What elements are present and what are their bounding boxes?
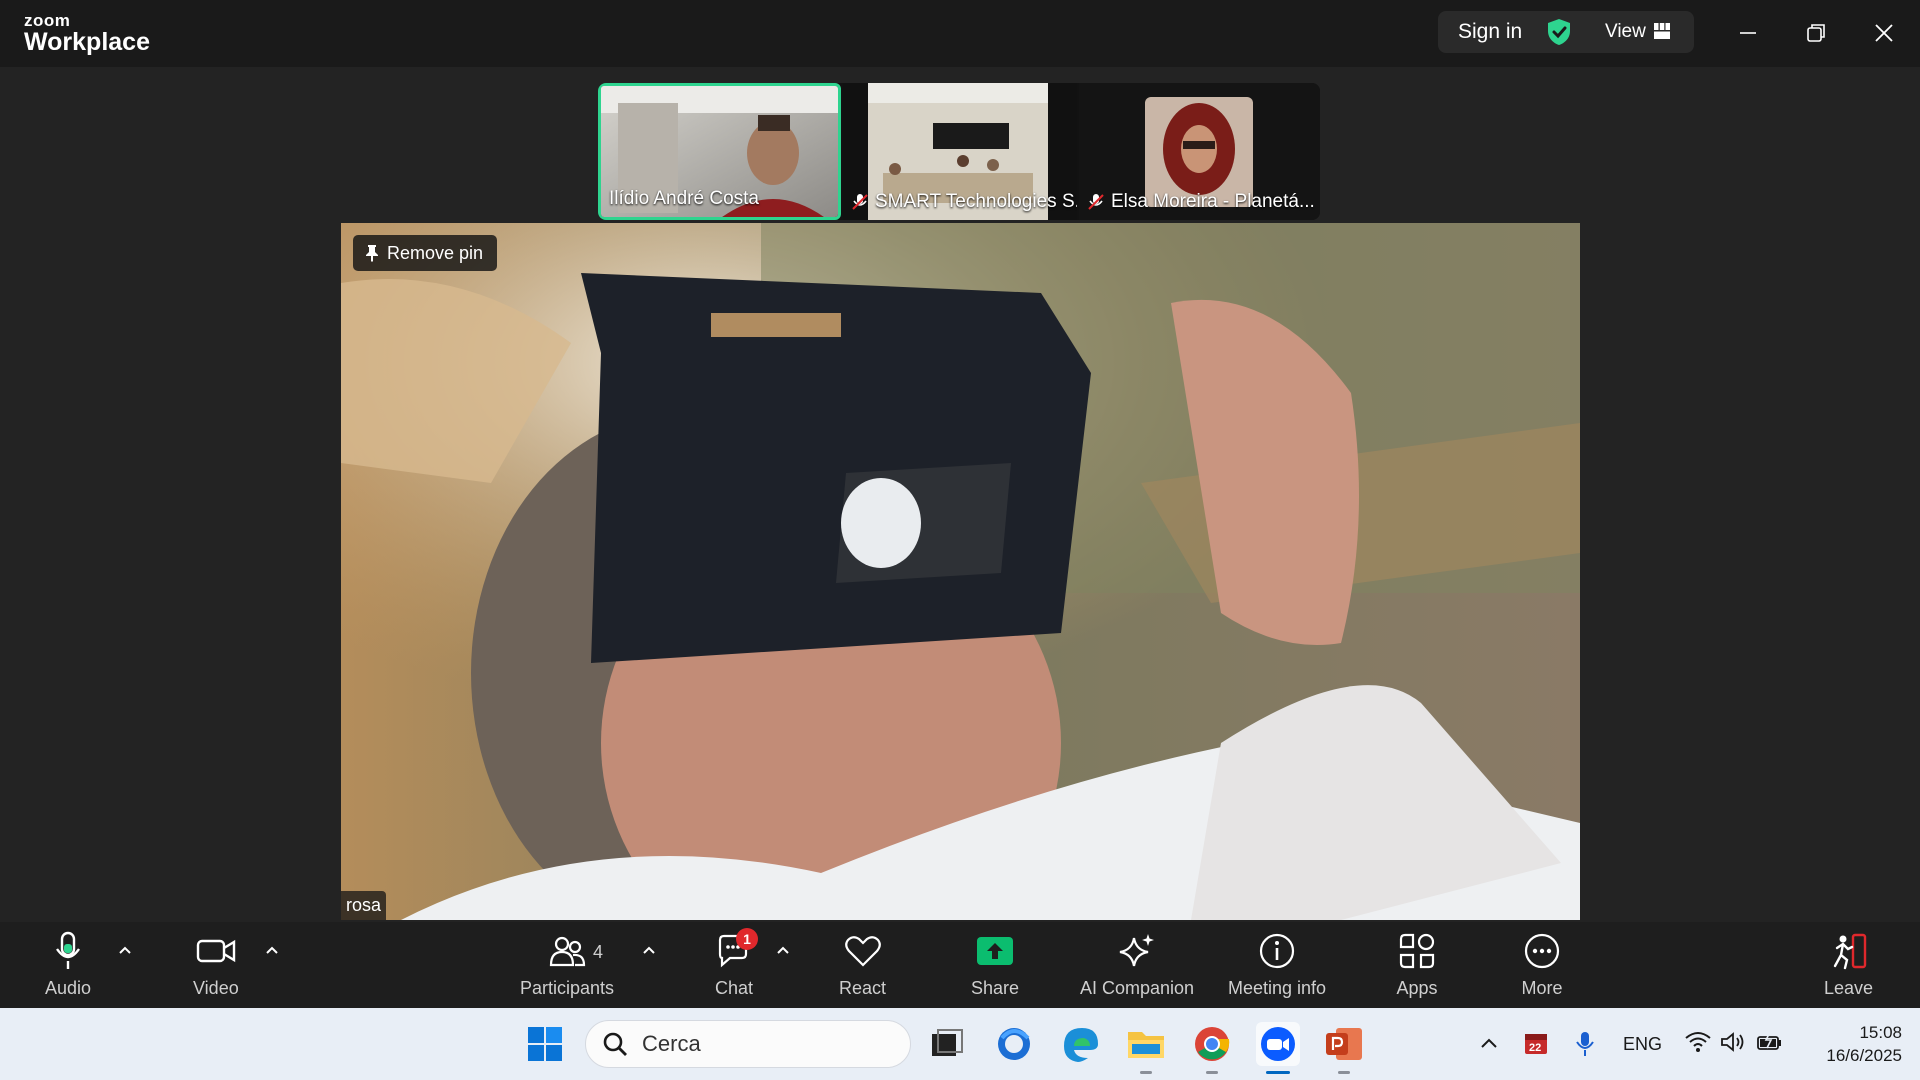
video-options-chevron-up-icon[interactable] <box>262 940 282 960</box>
zoom-icon <box>1261 1027 1295 1061</box>
chrome-app[interactable] <box>1190 1022 1234 1074</box>
search-icon <box>603 1032 627 1056</box>
system-clock[interactable]: 15:08 16/6/2025 <box>1798 1021 1902 1067</box>
participant-tile-1[interactable]: Ilídio André Costa <box>598 83 841 220</box>
more-dots-icon <box>1524 933 1560 969</box>
participant-tile-3[interactable]: Elsa Moreira - Planetá... <box>1079 83 1320 220</box>
edge-icon[interactable] <box>1058 1022 1102 1066</box>
running-indicator <box>1206 1071 1218 1074</box>
participant-name-3: Elsa Moreira - Planetá... <box>1087 191 1315 213</box>
video-feed <box>341 223 1580 920</box>
gallery-view-icon[interactable] <box>1654 23 1670 39</box>
mic-muted-icon <box>852 194 868 210</box>
powerpoint-icon <box>1326 1028 1362 1060</box>
info-icon <box>1259 933 1295 969</box>
heart-icon <box>844 936 881 967</box>
participant-name-2: SMART Technologies S... <box>851 191 1077 213</box>
audio-options-chevron-up-icon[interactable] <box>115 940 135 960</box>
participant-name-1-text: Ilídio André Costa <box>609 188 759 209</box>
running-indicator <box>1140 1071 1152 1074</box>
participants-count: 4 <box>593 942 604 962</box>
logo-brand-big: Workplace <box>24 28 150 56</box>
windows-start-icon[interactable] <box>523 1022 567 1066</box>
audio-label: Audio <box>45 978 92 998</box>
file-explorer-icon <box>1128 1032 1164 1058</box>
share-label: Share <box>971 978 1020 998</box>
zoom-taskbar-app[interactable] <box>1256 1022 1300 1074</box>
participants-button[interactable]: Participants <box>520 930 614 999</box>
windows-taskbar: Cerca 22 ENG 15:08 16/6/2025 <box>0 1008 1920 1080</box>
pinned-video[interactable]: Remove pin rosa <box>341 223 1580 920</box>
chat-options-chevron-up-icon[interactable] <box>773 940 793 960</box>
language-indicator[interactable]: ENG <box>1623 1034 1662 1055</box>
shield-check-icon[interactable] <box>1546 18 1572 46</box>
participants-icon <box>549 936 586 967</box>
apps-label: Apps <box>1396 978 1438 998</box>
calendar-badge: 22 <box>1529 1042 1542 1054</box>
file-explorer-app[interactable] <box>1124 1022 1168 1074</box>
chat-unread-badge: 1 <box>736 928 758 950</box>
leave-button[interactable]: Leave <box>1824 930 1873 999</box>
ai-companion-label: AI Companion <box>1080 978 1195 998</box>
microphone-tray-icon[interactable] <box>1574 1030 1596 1058</box>
more-button[interactable]: More <box>1520 930 1564 999</box>
share-screen-icon <box>977 937 1014 965</box>
clock-time: 15:08 <box>1859 1023 1902 1042</box>
video-button[interactable]: Video <box>193 930 239 999</box>
audio-button[interactable]: Audio <box>45 930 91 999</box>
chat-label: Chat <box>714 978 754 998</box>
zoom-workplace-logo: zoom Workplace <box>24 12 150 55</box>
powerpoint-app[interactable] <box>1322 1022 1366 1074</box>
video-camera-icon <box>196 939 236 963</box>
apps-button[interactable]: Apps <box>1395 930 1439 999</box>
taskbar-search-input[interactable]: Cerca <box>585 1020 911 1068</box>
more-label: More <box>1521 978 1563 998</box>
task-view-icon[interactable] <box>924 1022 968 1066</box>
participants-label: Participants <box>520 978 615 998</box>
ai-companion-button[interactable]: AI Companion <box>1080 930 1194 999</box>
ai-sparkle-icon <box>1119 934 1155 967</box>
mic-muted-icon <box>1088 194 1104 210</box>
participant-tile-2[interactable]: SMART Technologies S... <box>843 83 1077 220</box>
pinned-participant-name: rosa <box>341 891 387 920</box>
chrome-icon <box>1195 1027 1230 1061</box>
chat-button[interactable]: 1 Chat <box>712 928 758 999</box>
participant-name-2-text: SMART Technologies S... <box>875 191 1077 212</box>
react-button[interactable]: React <box>839 930 886 999</box>
battery-icon[interactable] <box>1756 1030 1784 1054</box>
sign-in-button[interactable]: Sign in <box>1458 20 1522 44</box>
participant-name-3-text: Elsa Moreira - Planetá... <box>1111 191 1315 212</box>
logo-brand-small: zoom <box>24 11 71 30</box>
wifi-icon[interactable] <box>1684 1030 1712 1054</box>
browser-app-icon[interactable] <box>992 1022 1036 1066</box>
remove-pin-label: Remove pin <box>387 242 484 263</box>
search-placeholder: Cerca <box>642 1031 701 1056</box>
leave-label: Leave <box>1824 978 1874 998</box>
title-bar: zoom Workplace Sign in View <box>0 0 1920 67</box>
participants-options-chevron-up-icon[interactable] <box>639 940 659 960</box>
microphone-icon <box>56 931 81 969</box>
leave-door-icon <box>1833 933 1866 970</box>
show-hidden-icons-chevron-up-icon[interactable] <box>1478 1032 1500 1054</box>
remove-pin-button[interactable]: Remove pin <box>353 235 498 271</box>
calendar-tray-item[interactable]: 22 <box>1522 1030 1550 1058</box>
apps-icon <box>1399 933 1435 969</box>
meeting-toolbar: Audio Video Participants 4 1 Chat React … <box>0 922 1920 1008</box>
video-label: Video <box>193 978 239 998</box>
participant-name-1: Ilídio André Costa <box>609 188 759 210</box>
pin-icon <box>366 245 378 262</box>
meeting-info-label: Meeting info <box>1228 978 1327 998</box>
share-button[interactable]: Share <box>971 930 1019 999</box>
close-icon[interactable] <box>1867 16 1901 50</box>
clock-date: 16/6/2025 <box>1826 1046 1902 1065</box>
participant-strip: Ilídio André Costa SMART Technologies S.… <box>598 83 1320 220</box>
running-indicator <box>1338 1071 1350 1074</box>
minimize-icon[interactable] <box>1731 16 1765 50</box>
react-label: React <box>839 978 887 998</box>
restore-icon[interactable] <box>1799 16 1833 50</box>
meeting-info-button[interactable]: Meeting info <box>1228 930 1326 999</box>
volume-icon[interactable] <box>1720 1030 1746 1054</box>
view-button[interactable]: View <box>1605 21 1646 43</box>
active-indicator <box>1266 1071 1290 1074</box>
